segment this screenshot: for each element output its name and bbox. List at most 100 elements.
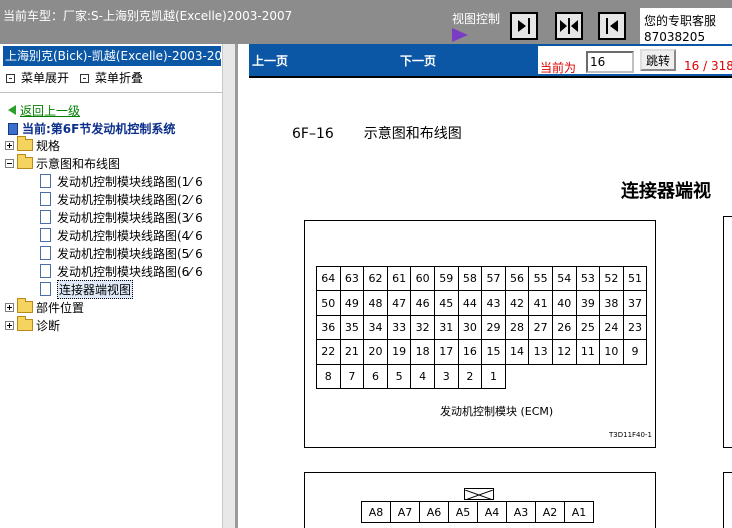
connector-pin: 54 bbox=[552, 267, 577, 292]
document-top-rule bbox=[249, 76, 732, 78]
tree-item-diagnosis[interactable]: 诊断 bbox=[5, 316, 60, 334]
connector-pin: 18 bbox=[411, 340, 435, 365]
connector-pin: 52 bbox=[600, 267, 624, 292]
connector-pin: 8 bbox=[317, 364, 341, 389]
page-number-input[interactable] bbox=[586, 51, 634, 73]
jump-button[interactable]: 跳转 bbox=[640, 49, 676, 71]
connector-pin: 48 bbox=[364, 291, 388, 316]
connector-pin: 41 bbox=[529, 291, 553, 316]
connector-pin: 57 bbox=[482, 267, 506, 292]
collapse-minus-icon[interactable] bbox=[5, 158, 14, 168]
connector-pin: 61 bbox=[387, 267, 412, 292]
connector-pin: 50 bbox=[317, 291, 341, 316]
service-label: 您的专职客服 bbox=[644, 14, 717, 28]
tree-item-label: 规格 bbox=[36, 138, 61, 153]
tree-item-ecm-wiring-5[interactable]: 发动机控制模块线路图(5⁄ 6 bbox=[40, 244, 203, 262]
collapse-all-button[interactable]: 菜单折叠 bbox=[80, 69, 143, 86]
tree-item-connector-end-view[interactable]: 连接器端视图 bbox=[40, 279, 134, 299]
tree-item-specs[interactable]: 规格 bbox=[5, 136, 60, 154]
connector-pin: 36 bbox=[317, 315, 341, 341]
connector-pin: 63 bbox=[340, 267, 365, 292]
connector-pin: 7 bbox=[340, 364, 365, 389]
connector-pin: 35 bbox=[340, 315, 365, 341]
connector-pin: 19 bbox=[387, 340, 412, 365]
connector-pin: 32 bbox=[411, 315, 435, 341]
document-icon bbox=[40, 228, 51, 242]
connector-pin: 16 bbox=[458, 340, 483, 365]
back-link[interactable]: 返回上一级 bbox=[8, 102, 80, 119]
connector-pin: 55 bbox=[529, 267, 553, 292]
current-section-title: 当前:第6F节发动机控制系统 bbox=[8, 120, 175, 137]
connector-2-diagram: A8 A7 A6 A5 A4 A3 A2 A1 bbox=[304, 472, 656, 528]
tree-item-ecm-wiring-3[interactable]: 发动机控制模块线路图(3⁄ 6 bbox=[40, 208, 203, 226]
document-page-heading: 6F–16 示意图和布线图 bbox=[292, 123, 462, 143]
tree-item-label: 发动机控制模块线路图(5⁄ 6 bbox=[57, 246, 203, 261]
prev-page-button[interactable]: 上一页 bbox=[252, 52, 288, 69]
folder-icon bbox=[17, 316, 33, 331]
connector-pin: 59 bbox=[434, 267, 459, 292]
connector-pin: 1 bbox=[482, 364, 506, 389]
document-viewer: 6F–16 示意图和布线图 连接器端视 64 63 62 61 60 59 58 57 56 55 5… bbox=[249, 76, 732, 528]
connector-pin: 58 bbox=[458, 267, 483, 292]
page-jump-area: 当前为 跳转 16 / 318 bbox=[538, 46, 732, 75]
arrow-left-bar-icon bbox=[606, 18, 618, 34]
connector-pin: 24 bbox=[600, 315, 624, 341]
folder-icon bbox=[17, 298, 33, 313]
connector-pin: A1 bbox=[565, 502, 594, 523]
expand-all-button[interactable]: 菜单展开 bbox=[6, 69, 69, 86]
tree-item-label: 发动机控制模块线路图(3⁄ 6 bbox=[57, 210, 203, 225]
menu-square-icon bbox=[6, 74, 15, 83]
document-icon bbox=[40, 264, 51, 278]
connector-pin: A8 bbox=[362, 502, 391, 523]
expand-plus-icon[interactable] bbox=[5, 140, 14, 150]
connector-pin: 11 bbox=[576, 340, 601, 365]
connector-pin: 43 bbox=[482, 291, 506, 316]
connector-pin: 2 bbox=[458, 364, 483, 389]
connector-pin: 60 bbox=[411, 267, 435, 292]
tree-item-label: 示意图和布线图 bbox=[36, 156, 121, 171]
tree-header: 上海别克(Bick)-凯越(Excelle)-2003-20 bbox=[3, 46, 221, 66]
connector-pin: 4 bbox=[411, 364, 435, 389]
page-heading: 示意图和布线图 bbox=[363, 126, 462, 142]
current-vehicle-title: 当前车型：厂家:S-上海别克凯越(Excelle)2003-2007 bbox=[3, 9, 293, 23]
view-control-label: 视图控制 bbox=[452, 12, 501, 26]
connector-pin: 21 bbox=[340, 340, 365, 365]
document-icon bbox=[40, 192, 51, 206]
tree-item-ecm-wiring-6[interactable]: 发动机控制模块线路图(6⁄ 6 bbox=[40, 262, 203, 280]
back-label: 返回上一级 bbox=[20, 104, 81, 118]
view-collapse-right-button[interactable] bbox=[598, 12, 626, 40]
document-icon bbox=[40, 246, 51, 260]
connector-pin: 39 bbox=[576, 291, 601, 316]
next-page-button[interactable]: 下一页 bbox=[400, 52, 436, 69]
expand-plus-icon[interactable] bbox=[5, 320, 14, 330]
connector-pin: A2 bbox=[536, 502, 565, 523]
tree-item-label: 发动机控制模块线路图(6⁄ 6 bbox=[57, 264, 203, 279]
connector-pin: 38 bbox=[600, 291, 624, 316]
connector-2-pin-grid: A8 A7 A6 A5 A4 A3 A2 A1 bbox=[361, 501, 594, 523]
tree-item-ecm-wiring-1[interactable]: 发动机控制模块线路图(1⁄ 6 bbox=[40, 172, 203, 190]
tree-item-diagrams[interactable]: 示意图和布线图 bbox=[5, 154, 120, 172]
view-collapse-left-button[interactable] bbox=[510, 12, 538, 40]
connector-pin: 53 bbox=[576, 267, 601, 292]
view-control-arrow-icon bbox=[452, 28, 468, 42]
tree-item-ecm-wiring-4[interactable]: 发动机控制模块线路图(4⁄ 6 bbox=[40, 226, 203, 244]
connector-pin: 37 bbox=[623, 291, 648, 316]
book-icon bbox=[8, 123, 18, 135]
expand-plus-icon[interactable] bbox=[5, 302, 14, 312]
ecm-label: 发动机控制模块 (ECM) bbox=[440, 405, 554, 418]
connector-pin: 27 bbox=[529, 315, 553, 341]
folder-open-icon bbox=[17, 154, 33, 169]
connector-pin: 14 bbox=[505, 340, 530, 365]
tree-item-ecm-wiring-2[interactable]: 发动机控制模块线路图(2⁄ 6 bbox=[40, 190, 203, 208]
view-split-button[interactable] bbox=[555, 12, 583, 40]
customer-service-box: 您的专职客服 87038205 bbox=[640, 8, 732, 44]
tree-item-component-locations[interactable]: 部件位置 bbox=[5, 298, 84, 316]
left-navigation-panel: 上海别克(Bick)-凯越(Excelle)-2003-20 菜单展开 菜单折叠… bbox=[0, 44, 238, 528]
sidebar-scrollbar[interactable] bbox=[222, 44, 235, 528]
arrow-right-bar-icon bbox=[518, 18, 530, 34]
current-page-label: 当前为 bbox=[540, 61, 577, 75]
tree-item-label: 诊断 bbox=[36, 318, 61, 333]
connector-pin: 42 bbox=[505, 291, 530, 316]
connector-pin: 26 bbox=[552, 315, 577, 341]
ecm-connector-diagram: 64 63 62 61 60 59 58 57 56 55 54 53 52 51 50 49 48 47 46 45… bbox=[304, 220, 656, 448]
